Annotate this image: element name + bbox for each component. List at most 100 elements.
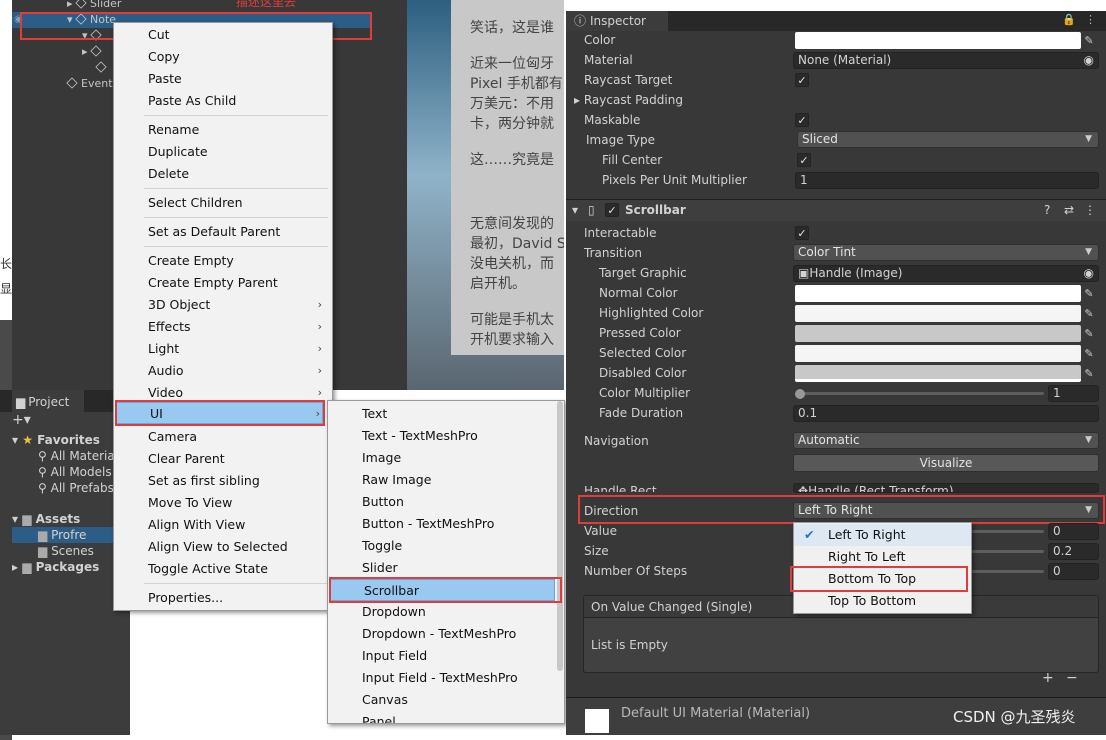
menu-item-paste-as-child[interactable]: Paste As Child [114, 90, 332, 112]
color-multiplier-slider[interactable] [798, 392, 1044, 395]
submenu-item-button[interactable]: Button [328, 491, 564, 513]
submenu-item-canvas[interactable]: Canvas [328, 689, 564, 711]
menu-item-align-view-to-selected[interactable]: Align View to Selected [114, 536, 332, 558]
packages-section[interactable]: ▸ ▆ Packages [12, 559, 99, 575]
favorites-item[interactable]: ⚲ All Models [38, 464, 112, 480]
menu-item-duplicate[interactable]: Duplicate [114, 141, 332, 163]
eyedropper-icon[interactable]: ✎ [1081, 365, 1097, 382]
submenu-item-input-field[interactable]: Input Field [328, 645, 564, 667]
color-field[interactable] [795, 32, 1081, 49]
direction-option-bottom-to-top[interactable]: Bottom To Top [794, 568, 971, 590]
help-icon[interactable]: ? [1044, 201, 1050, 219]
favorites-item[interactable]: ⚲ All Materia [38, 448, 115, 464]
interactable-checkbox[interactable]: ✓ [795, 226, 809, 240]
submenu-item-dropdown-tmp[interactable]: Dropdown - TextMeshPro [328, 623, 564, 645]
eyedropper-icon[interactable]: ✎ [1081, 345, 1097, 362]
object-picker-icon[interactable]: ◉ [1084, 53, 1094, 68]
menu-item-ui[interactable]: UI › [115, 402, 323, 424]
menu-item-copy[interactable]: Copy [114, 46, 332, 68]
assets-item-scenes[interactable]: ▆ Scenes [38, 543, 94, 559]
menu-item-set-default-parent[interactable]: Set as Default Parent [114, 221, 332, 243]
menu-item-set-first-sibling[interactable]: Set as first sibling [114, 470, 332, 492]
submenu-item-text-tmp[interactable]: Text - TextMeshPro [328, 425, 564, 447]
hierarchy-row-slider[interactable]: ▸ Slider [67, 0, 121, 12]
menu-item-3d-object[interactable]: 3D Object › [114, 294, 332, 316]
submenu-item-slider[interactable]: Slider [328, 557, 564, 579]
submenu-item-panel[interactable]: Panel [328, 711, 564, 723]
kebab-menu-icon[interactable]: ⋮ [1085, 13, 1096, 26]
visualize-button[interactable]: Visualize [793, 454, 1099, 472]
menu-item-delete[interactable]: Delete [114, 163, 332, 185]
normal-color-field[interactable] [795, 285, 1081, 302]
fill-center-checkbox[interactable]: ✓ [797, 153, 811, 167]
menu-item-cut[interactable]: Cut [114, 24, 332, 46]
eyedropper-icon[interactable]: ✎ [1081, 305, 1097, 322]
fade-duration-field[interactable]: 0.1 [793, 405, 1099, 422]
eyedropper-icon[interactable]: ✎ [1081, 325, 1097, 342]
hierarchy-row-child[interactable]: ▾ [82, 28, 105, 44]
menu-item-move-to-view[interactable]: Move To View [114, 492, 332, 514]
lock-icon[interactable]: 🔒 [1062, 13, 1076, 26]
direction-dropdown[interactable]: Left To Right ▼ [793, 502, 1099, 519]
favorites-item[interactable]: ⚲ All Prefabs [38, 480, 114, 496]
presets-icon[interactable]: ⇄ [1064, 201, 1074, 219]
navigation-dropdown[interactable]: Automatic ▼ [793, 432, 1099, 449]
object-picker-icon[interactable]: ◉ [1084, 266, 1094, 281]
menu-item-toggle-active-state[interactable]: Toggle Active State [114, 558, 332, 580]
menu-item-select-children[interactable]: Select Children [114, 192, 332, 214]
menu-item-clear-parent[interactable]: Clear Parent [114, 448, 332, 470]
submenu-item-text[interactable]: Text [328, 403, 564, 425]
menu-item-create-empty-parent[interactable]: Create Empty Parent [114, 272, 332, 294]
submenu-item-scrollbar[interactable]: Scrollbar [329, 579, 555, 601]
tab-inspector[interactable]: ⓘ Inspector [566, 11, 668, 31]
direction-option-right-to-left[interactable]: Right To Left [794, 546, 971, 568]
tab-project[interactable]: ▆ Project [12, 390, 84, 412]
foldout-arrow-icon[interactable]: ▾ [572, 201, 578, 219]
create-button[interactable]: +▾ [12, 412, 31, 428]
transition-dropdown[interactable]: Color Tint ▼ [793, 244, 1099, 261]
size-field[interactable]: 0.2 [1048, 543, 1099, 560]
direction-option-left-to-right[interactable]: ✔ Left To Right [794, 524, 971, 546]
slider-handle[interactable] [795, 389, 805, 399]
menu-item-video[interactable]: Video › [114, 382, 332, 404]
menu-item-rename[interactable]: Rename [114, 119, 332, 141]
eyedropper-icon[interactable]: ✎ [1081, 32, 1097, 49]
remove-event-button[interactable]: − [1066, 669, 1078, 687]
assets-section[interactable]: ▾ ▆ Assets [12, 511, 80, 527]
menu-item-paste[interactable]: Paste [114, 68, 332, 90]
material-field[interactable]: None (Material) ◉ [793, 52, 1099, 69]
favorites-section[interactable]: ▾ ★ Favorites [12, 432, 100, 448]
submenu-item-input-field-tmp[interactable]: Input Field - TextMeshPro [328, 667, 564, 689]
menu-item-audio[interactable]: Audio › [114, 360, 332, 382]
direction-option-top-to-bottom[interactable]: Top To Bottom [794, 590, 971, 612]
eyedropper-icon[interactable]: ✎ [1081, 285, 1097, 302]
menu-item-properties[interactable]: Properties... [114, 587, 332, 609]
hierarchy-row-child[interactable]: ▸ [82, 44, 105, 60]
submenu-item-image[interactable]: Image [328, 447, 564, 469]
steps-field[interactable]: 0 [1048, 563, 1099, 580]
raycast-padding-foldout[interactable]: ▸ Raycast Padding [574, 91, 683, 109]
menu-item-camera[interactable]: Camera [114, 426, 332, 448]
submenu-item-raw-image[interactable]: Raw Image [328, 469, 564, 491]
scene-eye-icon[interactable]: ◉ [14, 14, 23, 25]
value-field[interactable]: 0 [1048, 523, 1099, 540]
selected-color-field[interactable] [795, 345, 1081, 362]
scrollbar-enabled-checkbox[interactable]: ✓ [605, 203, 619, 217]
add-event-button[interactable]: + [1042, 669, 1054, 687]
hierarchy-row-child[interactable] [95, 60, 110, 76]
scene-view[interactable]: 笑话，这是谁 近来一位匈牙 Pixel 手机都有 万美元：不用 卡，两分钟就 这……究… [407, 0, 564, 390]
raycast-target-checkbox[interactable]: ✓ [795, 73, 809, 87]
menu-item-light[interactable]: Light › [114, 338, 332, 360]
submenu-item-button-tmp[interactable]: Button - TextMeshPro [328, 513, 564, 535]
submenu-item-dropdown[interactable]: Dropdown [328, 601, 564, 623]
menu-item-align-with-view[interactable]: Align With View [114, 514, 332, 536]
highlighted-color-field[interactable] [795, 305, 1081, 322]
kebab-menu-icon[interactable]: ⋮ [1084, 201, 1096, 219]
submenu-item-toggle[interactable]: Toggle [328, 535, 564, 557]
hierarchy-row-eventsystem[interactable]: EventS [66, 76, 120, 92]
color-multiplier-field[interactable]: 1 [1048, 385, 1099, 402]
disabled-color-field[interactable] [795, 365, 1081, 382]
submenu-scrollbar[interactable] [557, 401, 563, 671]
menu-item-effects[interactable]: Effects › [114, 316, 332, 338]
menu-item-create-empty[interactable]: Create Empty [114, 250, 332, 272]
